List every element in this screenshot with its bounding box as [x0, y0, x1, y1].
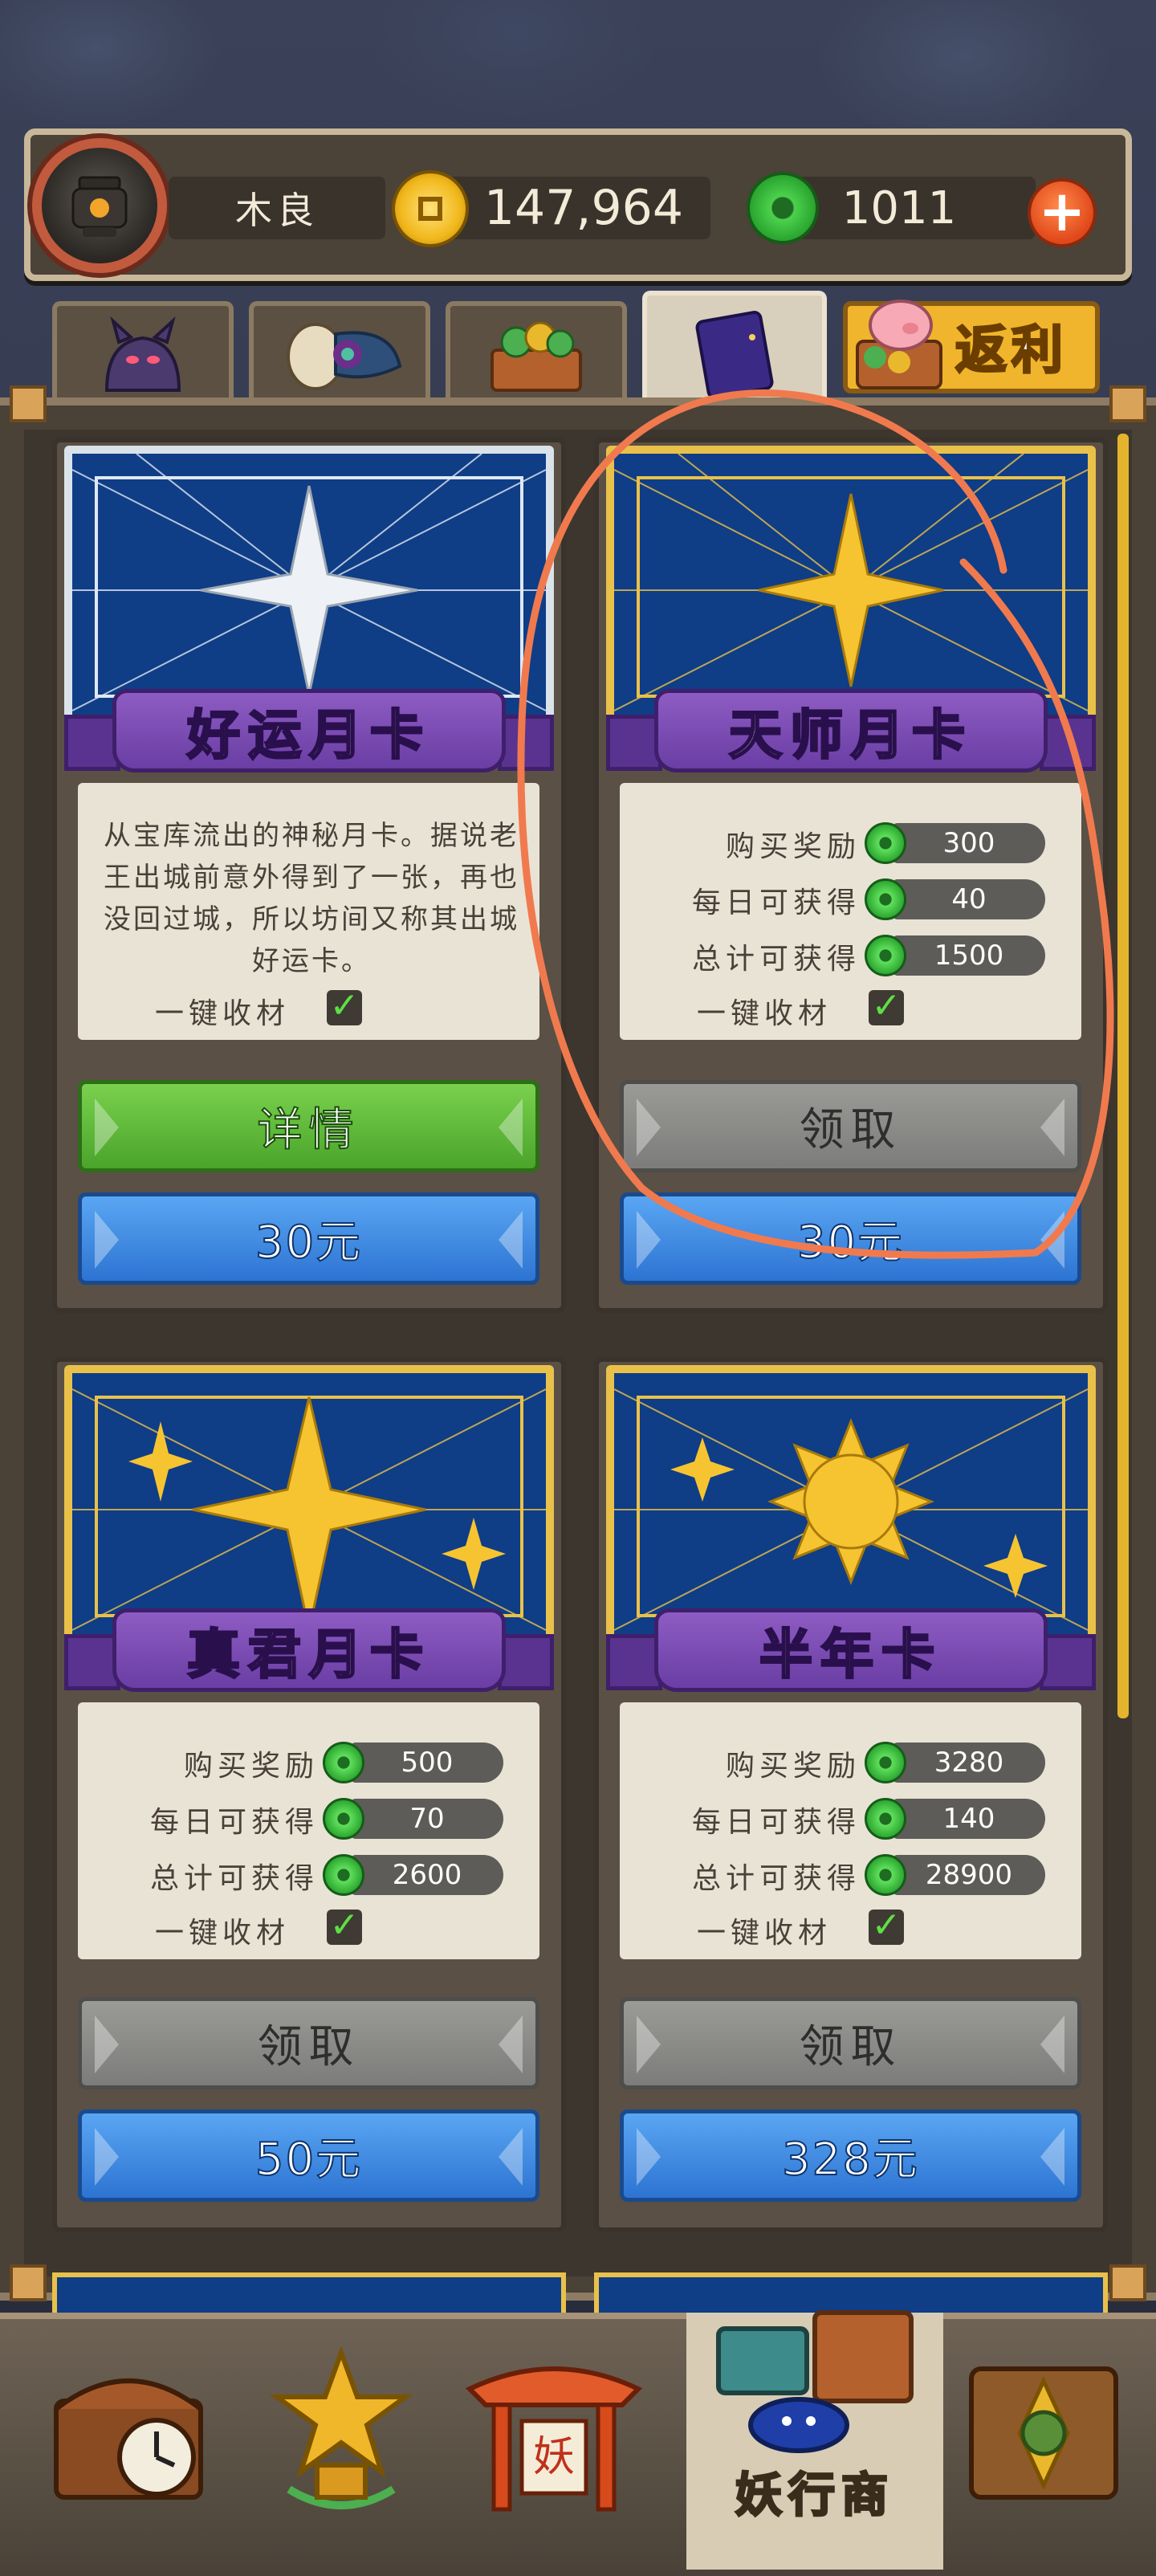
onekey-checkbox[interactable]: ✓	[869, 1908, 904, 1945]
reward-row-label: 每日可获得	[691, 887, 861, 919]
onekey-label: 一键收材	[697, 1917, 832, 1950]
price-label: 30元	[254, 1216, 363, 1270]
card-title: 真君月卡	[112, 1608, 506, 1692]
onekey-label: 一键收材	[155, 997, 291, 1030]
jade-icon	[747, 172, 819, 244]
reward-row-label: 每日可获得	[691, 1806, 861, 1839]
reward-row-label: 购买奖励	[725, 1750, 861, 1783]
next-card-peek	[52, 2272, 566, 2313]
card-description: 从宝库流出的神秘月卡。据说老王出城前意外得到了一张，再也没回过城，所以坊间又称其…	[104, 820, 519, 977]
reward-row-value: 500	[351, 1742, 503, 1783]
onekey-checkbox[interactable]: ✓	[869, 988, 904, 1025]
clock-chest-icon	[54, 2378, 203, 2500]
nav-merchant[interactable]	[702, 2280, 927, 2457]
ribbon-zhenjun: 真君月卡	[64, 1602, 554, 1698]
ribbon-lucky: 好运月卡	[64, 683, 554, 779]
claim-zhenjun-button[interactable]: 领取	[78, 1997, 539, 2089]
moon-card-icon	[695, 311, 774, 399]
add-jade-button[interactable]: +	[1028, 178, 1097, 247]
compass-case-icon	[969, 2366, 1118, 2500]
jade-icon	[865, 1742, 906, 1783]
onekey-label: 一键收材	[697, 997, 832, 1030]
details-button[interactable]: 详情	[78, 1080, 539, 1172]
tab-treasure[interactable]	[446, 301, 627, 401]
buy-zhenjun-button[interactable]: 50元	[78, 2109, 539, 2202]
card-info-box: 从宝库流出的神秘月卡。据说老王出城前意外得到了一张，再也没回过城，所以坊间又称其…	[78, 783, 539, 1040]
onekey-label: 一键收材	[155, 1917, 291, 1950]
player-name: 木良	[169, 177, 385, 239]
coin-icon	[392, 170, 469, 247]
reward-row-label: 总计可获得	[691, 943, 861, 976]
onekey-checkbox[interactable]: ✓	[327, 1908, 362, 1945]
jade-icon	[323, 1854, 364, 1896]
jade-icon	[865, 822, 906, 864]
tab-month-cards[interactable]	[642, 291, 827, 411]
piggy-chest-icon	[843, 285, 955, 397]
buy-tianshi-button[interactable]: 30元	[620, 1192, 1081, 1285]
reward-row-label: 购买奖励	[183, 1750, 319, 1783]
buy-half-year-button[interactable]: 328元	[620, 2109, 1081, 2202]
shrine-icon: 妖	[465, 2366, 643, 2512]
reward-row-value: 1500	[893, 935, 1045, 976]
details-button-label: 详情	[257, 1103, 360, 1157]
reward-row-label: 每日可获得	[149, 1806, 319, 1839]
jade-icon	[865, 878, 906, 920]
shrine-char: 妖	[533, 2433, 575, 2481]
tab-eggs[interactable]	[249, 301, 430, 401]
player-avatar[interactable]	[32, 138, 167, 273]
treasure-chest-icon	[490, 321, 582, 392]
card-info-box: 购买奖励 3280 每日可获得 140 总计可获得 28900 一键收材 ✓	[620, 1702, 1081, 1959]
reward-row-label: 总计可获得	[691, 1862, 861, 1895]
demon-icon	[104, 316, 181, 392]
reward-row-value: 3280	[893, 1742, 1045, 1783]
claim-label: 领取	[257, 2021, 360, 2073]
panel-corner	[1109, 2264, 1146, 2301]
jade-icon	[323, 1742, 364, 1783]
merchant-cart-icon	[716, 2310, 914, 2453]
reward-row-value: 40	[893, 879, 1045, 919]
claim-tianshi-button[interactable]: 领取	[620, 1080, 1081, 1172]
card-info-box: 购买奖励 300 每日可获得 40 总计可获得 1500 一键收材 ✓	[620, 783, 1081, 1040]
buy-lucky-button[interactable]: 30元	[78, 1192, 539, 1285]
onekey-checkbox[interactable]: ✓	[327, 988, 362, 1025]
card-info-box: 购买奖励 500 每日可获得 70 总计可获得 2600 一键收材 ✓	[78, 1702, 539, 1959]
claim-label: 领取	[799, 2021, 902, 2073]
jade-icon	[865, 1798, 906, 1840]
star-trophy-icon	[269, 2346, 413, 2509]
panel-corner	[10, 2264, 47, 2301]
card-title: 半年卡	[654, 1608, 1048, 1692]
jade-icon	[323, 1798, 364, 1840]
panel-corner	[1109, 385, 1146, 422]
tab-demons[interactable]	[52, 301, 234, 401]
nav-merchant-label: 妖行商	[734, 2467, 894, 2524]
nav-star-trophy[interactable]	[241, 2329, 442, 2529]
price-label: 30元	[796, 1216, 905, 1270]
peacock-egg-icon	[287, 322, 402, 390]
reward-row-label: 总计可获得	[149, 1862, 319, 1895]
reward-row-value: 2600	[351, 1855, 503, 1895]
price-label: 328元	[781, 2133, 919, 2187]
reward-row-value: 140	[893, 1799, 1045, 1839]
reward-row-label: 购买奖励	[725, 830, 861, 863]
reward-row-value: 70	[351, 1799, 503, 1839]
card-title: 好运月卡	[112, 689, 506, 772]
jade-icon	[865, 1854, 906, 1896]
scrollbar[interactable]	[1117, 434, 1129, 1718]
reward-row-value: 300	[893, 823, 1045, 863]
panel-corner	[10, 385, 47, 422]
price-label: 50元	[254, 2133, 363, 2187]
jade-icon	[865, 935, 906, 976]
ribbon-tianshi: 天师月卡	[606, 683, 1096, 779]
rebate-label: 返利	[955, 320, 1068, 382]
claim-half-year-button[interactable]: 领取	[620, 1997, 1081, 2089]
lantern-icon	[71, 176, 128, 237]
nav-scroll-case[interactable]	[943, 2329, 1144, 2529]
card-title: 天师月卡	[654, 689, 1048, 772]
ribbon-half-year: 半年卡	[606, 1602, 1096, 1698]
reward-row-value: 28900	[893, 1855, 1045, 1895]
nav-chest-clock[interactable]	[28, 2329, 229, 2529]
claim-label: 领取	[799, 1104, 902, 1156]
nav-shrine[interactable]: 妖	[454, 2329, 654, 2529]
